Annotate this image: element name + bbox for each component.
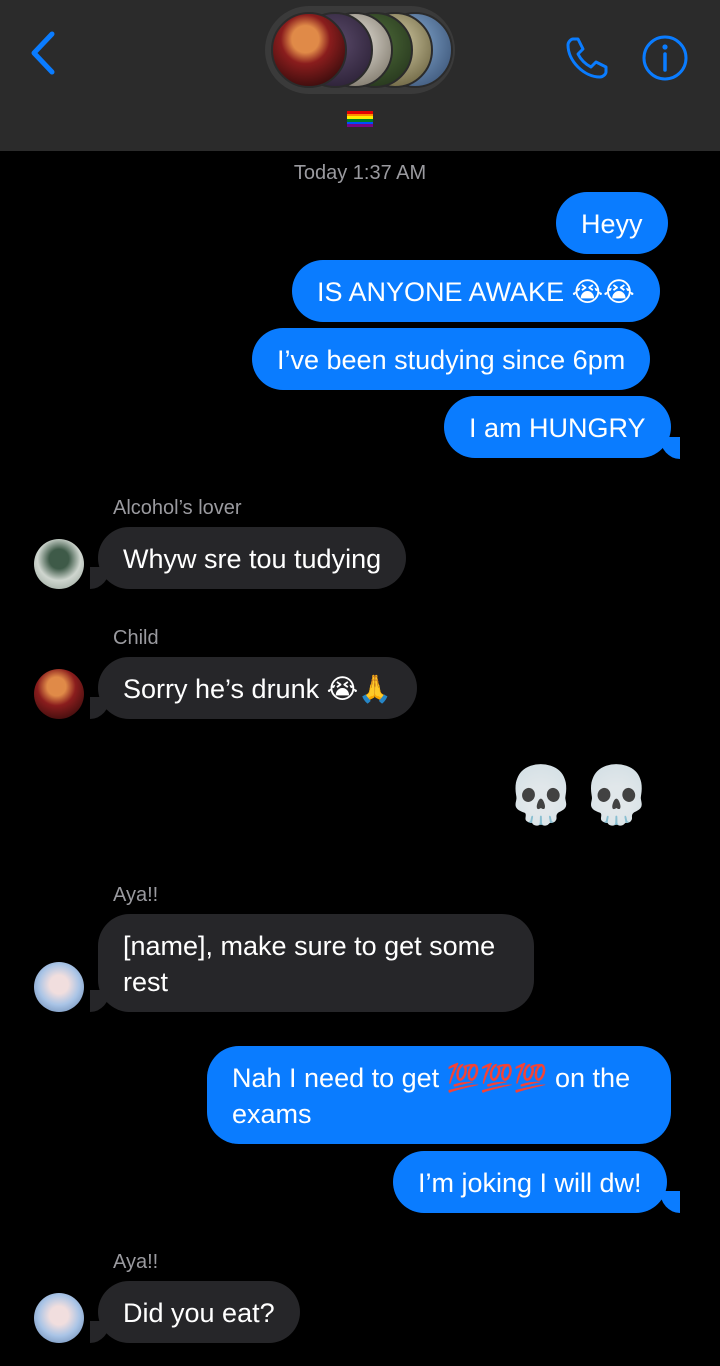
bubble-tail <box>660 1191 680 1213</box>
info-button[interactable] <box>640 33 690 83</box>
bubble-tail <box>90 990 110 1012</box>
incoming-message[interactable]: Whyw sre tou tudying <box>98 527 407 589</box>
sender-name: Aya!! <box>113 884 159 906</box>
sender-avatar[interactable] <box>34 539 84 589</box>
sender-name: Alcohol’s lover <box>113 497 242 519</box>
sender-name: Aya!! <box>113 1251 159 1273</box>
conversation-header <box>0 0 720 151</box>
bubble-tail <box>90 697 110 719</box>
outgoing-message[interactable]: Heyy <box>556 192 668 254</box>
outgoing-message[interactable]: I’m joking I will dw! <box>393 1151 667 1213</box>
sender-avatar[interactable] <box>34 962 84 1012</box>
bubble-tail <box>90 1321 110 1343</box>
chevron-left-icon <box>31 31 55 75</box>
outgoing-message[interactable]: IS ANYONE AWAKE 😭😭 <box>292 260 660 322</box>
phone-icon <box>566 37 608 79</box>
outgoing-message[interactable]: Nah I need to get 💯💯💯 on the exams <box>207 1046 671 1144</box>
back-button[interactable] <box>24 28 64 78</box>
rainbow-flag-icon <box>347 111 373 127</box>
group-member-avatar <box>271 12 347 88</box>
outgoing-message[interactable]: I am HUNGRY <box>444 396 671 458</box>
call-button[interactable] <box>563 34 611 82</box>
bubble-tail <box>90 567 110 589</box>
incoming-message[interactable]: Sorry he’s drunk 😭🙏 <box>98 657 417 719</box>
outgoing-message[interactable]: I’ve been studying since 6pm <box>252 328 651 390</box>
bubble-tail <box>660 437 680 459</box>
sender-name: Child <box>113 627 159 649</box>
emoji-message[interactable]: 💀💀 <box>506 760 657 830</box>
incoming-message[interactable]: [name], make sure to get some rest <box>98 914 534 1012</box>
info-icon <box>642 35 688 81</box>
incoming-message[interactable]: Did you eat? <box>98 1281 300 1343</box>
sender-avatar[interactable] <box>34 1293 84 1343</box>
thread-timestamp: Today 1:37 AM <box>293 162 427 184</box>
group-avatar-stack[interactable] <box>265 6 455 94</box>
sender-avatar[interactable] <box>34 669 84 719</box>
